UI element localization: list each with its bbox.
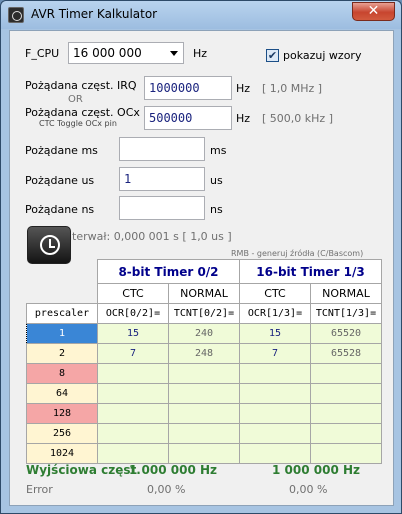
show-formulas-checkbox[interactable]: ✔ <box>266 49 279 62</box>
output-value-16bit: 1 000 000 Hz <box>272 463 361 477</box>
timer8-normal-header: NORMAL <box>168 283 240 304</box>
tcnt13-header: TCNT[1/3]= <box>310 303 382 324</box>
ms-unit: ms <box>210 144 227 157</box>
ocx-unit: Hz <box>236 112 251 125</box>
ms-label: Pożądane ms <box>25 144 98 157</box>
ns-label: Pożądane ns <box>25 203 95 216</box>
prescaler-cell[interactable]: 1 <box>26 323 98 344</box>
window-title: AVR Timer Kalkulator <box>31 7 158 21</box>
us-label: Pożądane us <box>25 174 95 187</box>
us-unit: us <box>210 174 223 187</box>
ocr13-cell[interactable] <box>239 403 311 424</box>
tcnt13-cell[interactable]: 65520 <box>310 323 382 344</box>
tcnt13-cell[interactable]: 65528 <box>310 343 382 364</box>
table-row[interactable]: 128 <box>26 403 382 424</box>
ocx-input[interactable]: 500000 <box>144 106 232 130</box>
ocr02-cell[interactable]: 15 <box>97 323 169 344</box>
tcnt13-cell[interactable] <box>310 423 382 444</box>
app-clock-icon[interactable] <box>8 7 24 23</box>
table-row[interactable]: 1 15 240 15 65520 <box>26 323 382 344</box>
irq-info: [ 1,0 MHz ] <box>262 82 323 95</box>
timer-table-body: 1 15 240 15 65520 2 7 248 7 65528 8 64 128 256 1024 <box>26 323 382 464</box>
ocr02-cell[interactable] <box>97 403 169 424</box>
tcnt13-cell[interactable] <box>310 443 382 464</box>
irq-unit: Hz <box>236 82 251 95</box>
ocx-sublabel: CTC Toggle OCx pin <box>39 119 117 128</box>
show-formulas-label[interactable]: pokazuj wzory <box>283 49 361 62</box>
ocr02-cell[interactable] <box>97 443 169 464</box>
us-input[interactable]: 1 <box>119 167 205 191</box>
or-label: OR <box>68 94 83 105</box>
chevron-down-icon <box>170 51 178 56</box>
ocr13-cell[interactable]: 7 <box>239 343 311 364</box>
prescaler-cell[interactable]: 8 <box>26 363 98 384</box>
ns-unit: ns <box>210 203 223 216</box>
prescaler-cell[interactable]: 2 <box>26 343 98 364</box>
ocx-info: [ 500,0 kHz ] <box>262 112 333 125</box>
timer16-normal-header: NORMAL <box>310 283 382 304</box>
main-panel: F_CPU 16 000 000 Hz ✔ pokazuj wzory Pożą… <box>9 30 394 506</box>
ocx-label: Pożądana częst. OCx <box>25 106 140 119</box>
tcnt02-cell[interactable]: 248 <box>168 343 240 364</box>
prescaler-cell[interactable]: 128 <box>26 403 98 424</box>
tcnt13-cell[interactable] <box>310 403 382 424</box>
timer8-ctc-header: CTC <box>97 283 169 304</box>
fcpu-select[interactable]: 16 000 000 <box>68 42 184 64</box>
blank-corner <box>27 260 98 284</box>
prescaler-cell[interactable]: 256 <box>26 423 98 444</box>
table-row[interactable]: 256 <box>26 423 382 444</box>
ocr13-cell[interactable]: 15 <box>239 323 311 344</box>
irq-label: Pożądana częst. IRQ <box>25 79 137 92</box>
ocr13-header: OCR[1/3]= <box>239 303 311 324</box>
tcnt02-cell[interactable] <box>168 423 240 444</box>
tcnt02-header: TCNT[0/2]= <box>168 303 240 324</box>
fcpu-unit: Hz <box>193 47 208 60</box>
table-row[interactable]: 2 7 248 7 65528 <box>26 343 382 364</box>
rmb-hint: RMB - generuj źródła (C/Bascom) <box>231 249 364 258</box>
fcpu-label: F_CPU <box>25 47 60 60</box>
prescaler-cell[interactable]: 1024 <box>26 443 98 464</box>
timer16-ctc-header: CTC <box>239 283 311 304</box>
ocr02-header: OCR[0/2]= <box>97 303 169 324</box>
title-bar[interactable]: AVR Timer Kalkulator ✕ <box>1 1 401 29</box>
tcnt02-cell[interactable] <box>168 403 240 424</box>
ocr13-cell[interactable] <box>239 363 311 384</box>
blank-corner-2 <box>27 284 98 304</box>
interval-text: interwał: 0,000 001 s [ 1,0 us ] <box>62 230 232 243</box>
ocr13-cell[interactable] <box>239 383 311 404</box>
fcpu-value: 16 000 000 <box>73 46 142 60</box>
ns-input[interactable] <box>119 196 205 220</box>
timer8-title: 8-bit Timer 0/2 <box>97 259 240 284</box>
table-row[interactable]: 1024 <box>26 443 382 464</box>
ms-input[interactable] <box>119 137 205 161</box>
timer16-title: 16-bit Timer 1/3 <box>239 259 382 284</box>
ocr02-cell[interactable]: 7 <box>97 343 169 364</box>
prescaler-cell[interactable]: 64 <box>26 383 98 404</box>
ocr13-cell[interactable] <box>239 443 311 464</box>
irq-input[interactable]: 1000000 <box>144 76 232 100</box>
ocr02-cell[interactable] <box>97 363 169 384</box>
output-value-8bit: 1 000 000 Hz <box>129 463 218 477</box>
tcnt13-cell[interactable] <box>310 383 382 404</box>
table-row[interactable]: 8 <box>26 363 382 384</box>
prescaler-header: prescaler <box>26 303 98 324</box>
ocr02-cell[interactable] <box>97 383 169 404</box>
tcnt02-cell[interactable] <box>168 383 240 404</box>
error-value-16bit: 0,00 % <box>289 483 328 496</box>
output-label: Wyjściowa częst. <box>26 463 141 477</box>
error-label: Error <box>26 483 53 496</box>
tcnt02-cell[interactable]: 240 <box>168 323 240 344</box>
tcnt02-cell[interactable] <box>168 443 240 464</box>
tcnt13-cell[interactable] <box>310 363 382 384</box>
ocr13-cell[interactable] <box>239 423 311 444</box>
close-button[interactable]: ✕ <box>352 2 395 21</box>
table-row[interactable]: 64 <box>26 383 382 404</box>
ocr02-cell[interactable] <box>97 423 169 444</box>
app-window: AVR Timer Kalkulator ✕ F_CPU 16 000 000 … <box>0 0 402 514</box>
tcnt02-cell[interactable] <box>168 363 240 384</box>
error-value-8bit: 0,00 % <box>147 483 186 496</box>
timer-table: 8-bit Timer 0/2 16-bit Timer 1/3 CTC NOR… <box>26 259 382 464</box>
